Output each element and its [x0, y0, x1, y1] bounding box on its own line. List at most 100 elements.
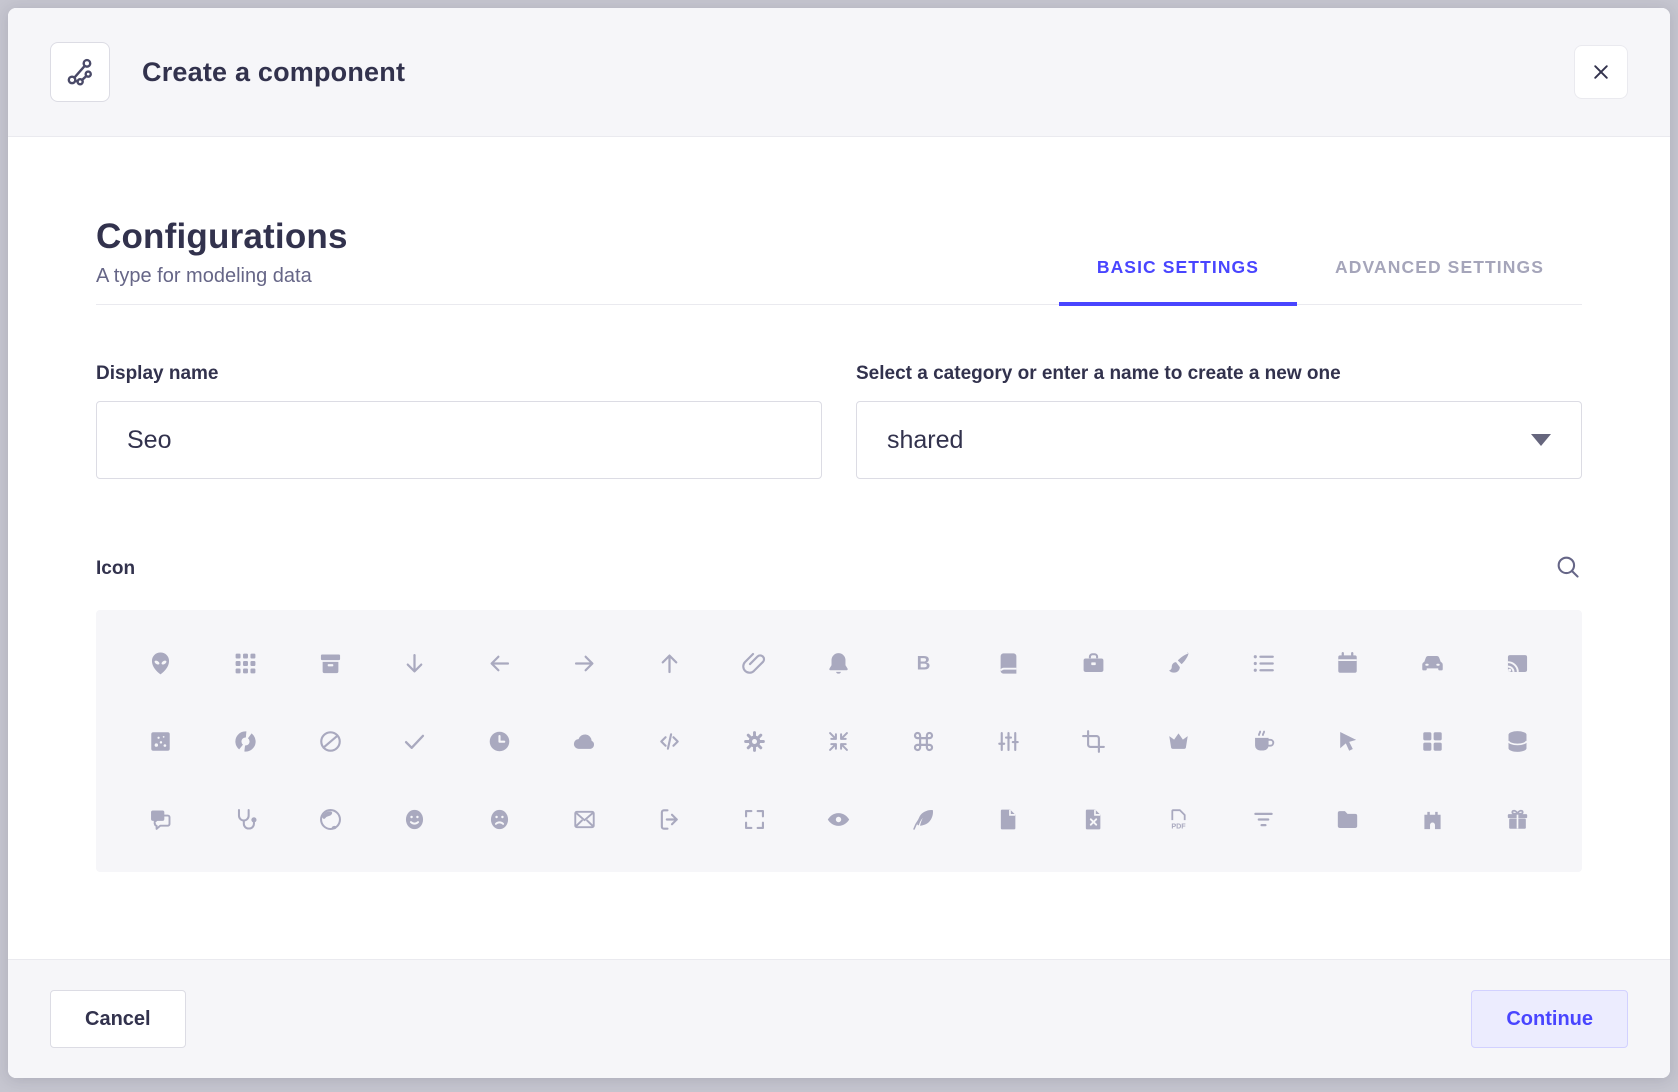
section-subtitle: A type for modeling data: [96, 265, 348, 304]
modal-title: Create a component: [142, 57, 405, 88]
icon-cell-globe[interactable]: [288, 780, 373, 858]
icon-cell-smile[interactable]: [372, 780, 457, 858]
icon-cell-brush[interactable]: [1136, 624, 1221, 702]
bold-icon: [910, 650, 937, 677]
icon-cell-code[interactable]: [627, 702, 712, 780]
icon-cell-bell[interactable]: [797, 624, 882, 702]
chart-pie-icon: [317, 728, 344, 755]
command-icon: [910, 728, 937, 755]
cursor-icon: [1334, 728, 1361, 755]
chart-bubble-icon: [147, 728, 174, 755]
icon-cell-briefcase[interactable]: [1051, 624, 1136, 702]
icon-cell-database[interactable]: [1475, 702, 1560, 780]
icon-cell-bullet-list[interactable]: [1221, 624, 1306, 702]
component-icon: [63, 55, 97, 89]
icon-cell-check[interactable]: [372, 702, 457, 780]
bell-icon: [825, 650, 852, 677]
category-field: Select a category or enter a name to cre…: [856, 363, 1582, 479]
icon-cell-chart-bubble[interactable]: [118, 702, 203, 780]
icon-cell-file-pdf[interactable]: [1136, 780, 1221, 858]
icon-cell-sliders[interactable]: [966, 702, 1051, 780]
check-icon: [401, 728, 428, 755]
stethoscope-icon: [232, 806, 259, 833]
icon-cell-envelope[interactable]: [542, 780, 627, 858]
icon-cell-cloud[interactable]: [542, 702, 627, 780]
display-name-input[interactable]: [96, 401, 822, 479]
close-button[interactable]: [1574, 45, 1628, 99]
icon-picker-label: Icon: [96, 558, 135, 580]
modal-body: Configurations A type for modeling data …: [8, 137, 1670, 959]
eye-icon: [825, 806, 852, 833]
icon-cell-crop[interactable]: [1051, 702, 1136, 780]
frown-icon: [486, 806, 513, 833]
clock-icon: [486, 728, 513, 755]
icon-cell-alien[interactable]: [118, 624, 203, 702]
book-icon: [995, 650, 1022, 677]
icon-cell-castle-gate[interactable]: [1390, 780, 1475, 858]
icon-cell-crown[interactable]: [1136, 702, 1221, 780]
cloud-icon: [571, 728, 598, 755]
icon-cell-folder[interactable]: [1306, 780, 1391, 858]
icon-cell-arrow-right[interactable]: [542, 624, 627, 702]
icon-grid: [96, 610, 1582, 872]
coffee-cup-icon: [1250, 728, 1277, 755]
category-select[interactable]: shared: [856, 401, 1582, 479]
paperclip-icon: [741, 650, 768, 677]
icon-cell-car[interactable]: [1390, 624, 1475, 702]
category-label: Select a category or enter a name to cre…: [856, 363, 1582, 385]
icon-cell-frown[interactable]: [457, 780, 542, 858]
icon-cell-book[interactable]: [966, 624, 1051, 702]
icon-cell-file[interactable]: [966, 780, 1051, 858]
briefcase-icon: [1080, 650, 1107, 677]
chat-icon: [147, 806, 174, 833]
smile-icon: [401, 806, 428, 833]
icon-cell-arrow-down[interactable]: [372, 624, 457, 702]
collapse-icon: [825, 728, 852, 755]
crown-icon: [1165, 728, 1192, 755]
icon-cell-apps[interactable]: [203, 624, 288, 702]
search-icon: [1554, 553, 1582, 581]
icon-cell-exit[interactable]: [627, 780, 712, 858]
continue-button[interactable]: Continue: [1471, 990, 1628, 1048]
icon-cell-feather[interactable]: [881, 780, 966, 858]
tab-basic-settings[interactable]: BASIC SETTINGS: [1059, 257, 1297, 304]
icon-cell-cog[interactable]: [712, 702, 797, 780]
icon-cell-calendar[interactable]: [1306, 624, 1391, 702]
icon-cell-archive[interactable]: [288, 624, 373, 702]
brush-icon: [1165, 650, 1192, 677]
icon-cell-bold[interactable]: [881, 624, 966, 702]
modal-header: Create a component: [8, 8, 1670, 137]
icon-cell-collapse[interactable]: [797, 702, 882, 780]
cast-icon: [1504, 650, 1531, 677]
arrow-up-icon: [656, 650, 683, 677]
gift-icon: [1504, 806, 1531, 833]
icon-cell-stethoscope[interactable]: [203, 780, 288, 858]
icon-cell-paperclip[interactable]: [712, 624, 797, 702]
icon-cell-arrow-left[interactable]: [457, 624, 542, 702]
component-icon-box: [50, 42, 110, 102]
icon-cell-clock[interactable]: [457, 702, 542, 780]
icon-cell-eye[interactable]: [797, 780, 882, 858]
icon-cell-cursor[interactable]: [1306, 702, 1391, 780]
icon-cell-gift[interactable]: [1475, 780, 1560, 858]
icon-cell-dashboard[interactable]: [1390, 702, 1475, 780]
icon-cell-chart-pie[interactable]: [288, 702, 373, 780]
icon-search-button[interactable]: [1554, 553, 1582, 584]
icon-cell-filter[interactable]: [1221, 780, 1306, 858]
tab-advanced-settings[interactable]: ADVANCED SETTINGS: [1297, 257, 1582, 304]
bullet-list-icon: [1250, 650, 1277, 677]
icon-cell-file-error[interactable]: [1051, 780, 1136, 858]
database-icon: [1504, 728, 1531, 755]
icon-cell-command[interactable]: [881, 702, 966, 780]
icon-cell-coffee-cup[interactable]: [1221, 702, 1306, 780]
exit-icon: [656, 806, 683, 833]
icon-cell-cast[interactable]: [1475, 624, 1560, 702]
icon-cell-expand[interactable]: [712, 780, 797, 858]
icon-cell-arrow-up[interactable]: [627, 624, 712, 702]
icon-cell-chat[interactable]: [118, 780, 203, 858]
cancel-button[interactable]: Cancel: [50, 990, 186, 1048]
arrow-left-icon: [486, 650, 513, 677]
display-name-label: Display name: [96, 363, 822, 385]
icon-cell-chart-donut[interactable]: [203, 702, 288, 780]
globe-icon: [317, 806, 344, 833]
